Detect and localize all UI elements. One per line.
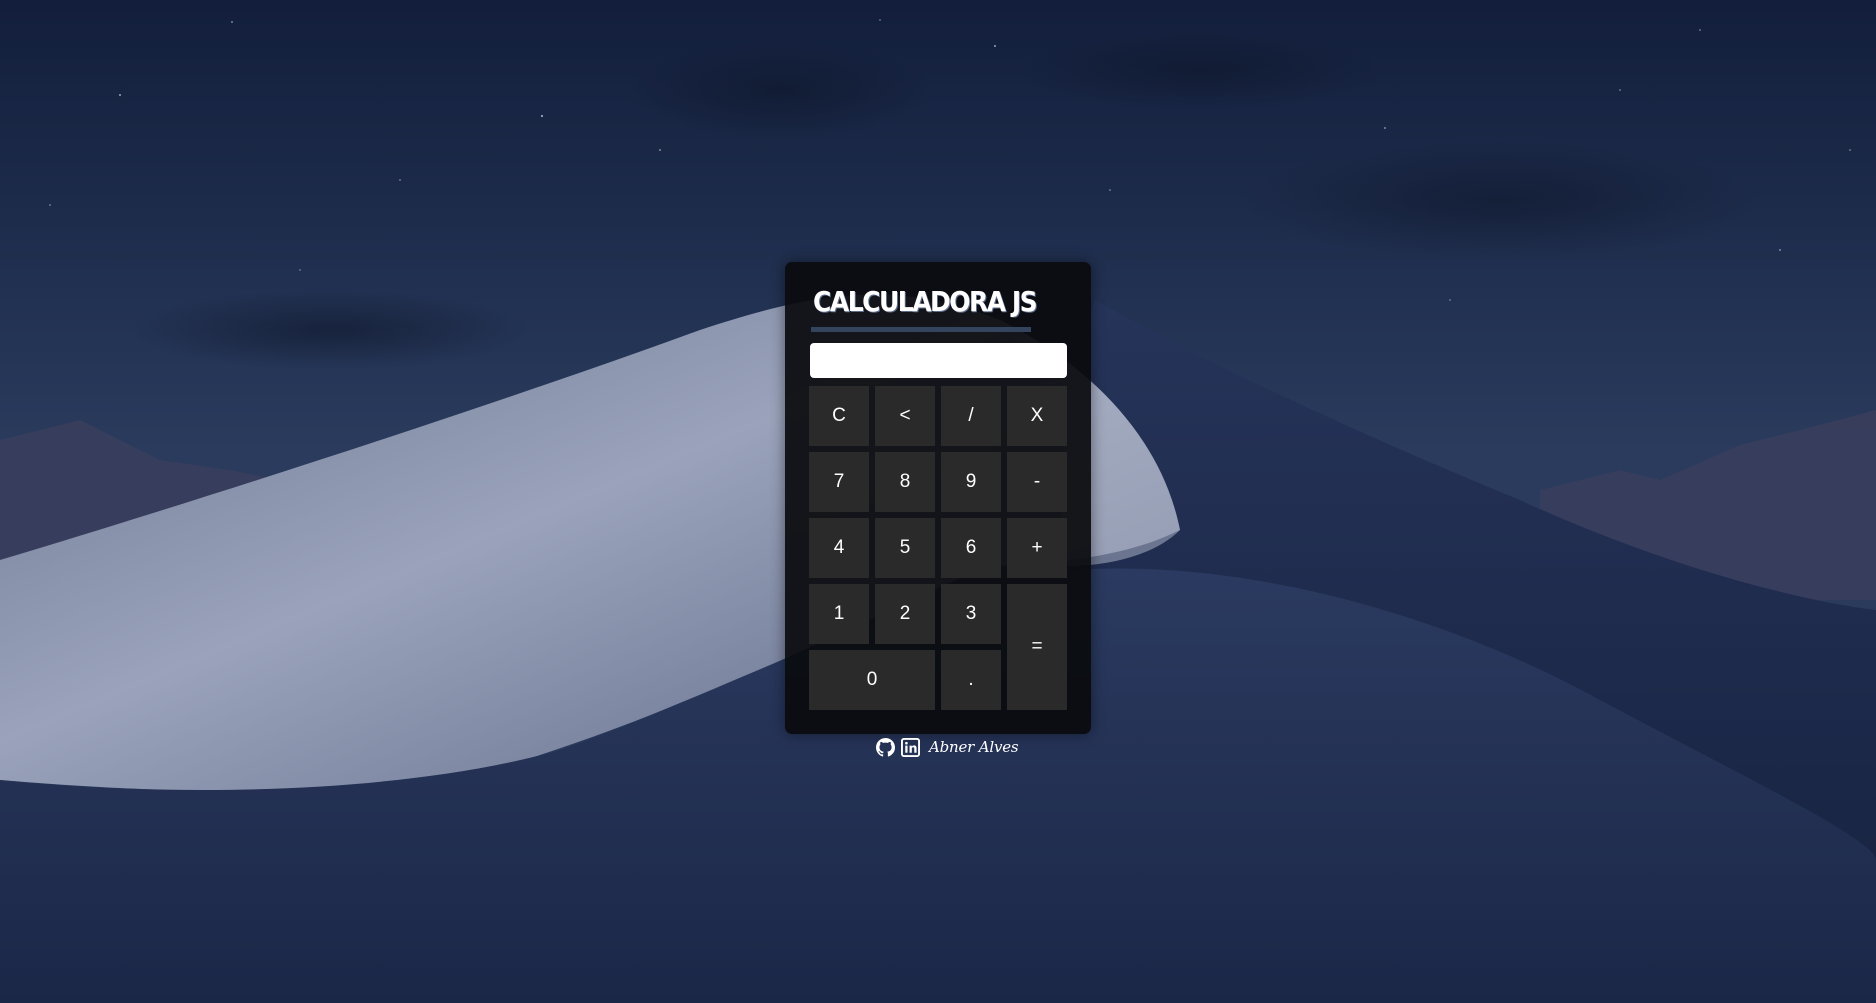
clear-button[interactable]: C (809, 386, 869, 446)
github-icon[interactable] (876, 737, 895, 757)
linkedin-icon[interactable] (901, 737, 920, 757)
calculator-display[interactable] (810, 343, 1067, 378)
calculator-title: CALCULADORA JS (813, 285, 1038, 318)
subtract-button[interactable]: - (1007, 452, 1067, 512)
author-name: Abner Alves (929, 738, 1019, 756)
decimal-button[interactable]: . (941, 650, 1001, 710)
digit-7-button[interactable]: 7 (809, 452, 869, 512)
digit-3-button[interactable]: 3 (941, 584, 1001, 644)
equals-button[interactable]: = (1007, 584, 1067, 710)
digit-4-button[interactable]: 4 (809, 518, 869, 578)
digit-0-button[interactable]: 0 (809, 650, 935, 710)
add-button[interactable]: + (1007, 518, 1067, 578)
title-underline (811, 327, 1031, 332)
author-credits: Abner Alves (876, 736, 1019, 758)
backspace-button[interactable]: < (875, 386, 935, 446)
multiply-button[interactable]: X (1007, 386, 1067, 446)
digit-8-button[interactable]: 8 (875, 452, 935, 512)
digit-6-button[interactable]: 6 (941, 518, 1001, 578)
digit-5-button[interactable]: 5 (875, 518, 935, 578)
digit-9-button[interactable]: 9 (941, 452, 1001, 512)
divide-button[interactable]: / (941, 386, 1001, 446)
calculator-panel: CALCULADORA JS C < / X 7 8 9 - 4 5 6 + 1… (785, 262, 1091, 734)
digit-2-button[interactable]: 2 (875, 584, 935, 644)
digit-1-button[interactable]: 1 (809, 584, 869, 644)
